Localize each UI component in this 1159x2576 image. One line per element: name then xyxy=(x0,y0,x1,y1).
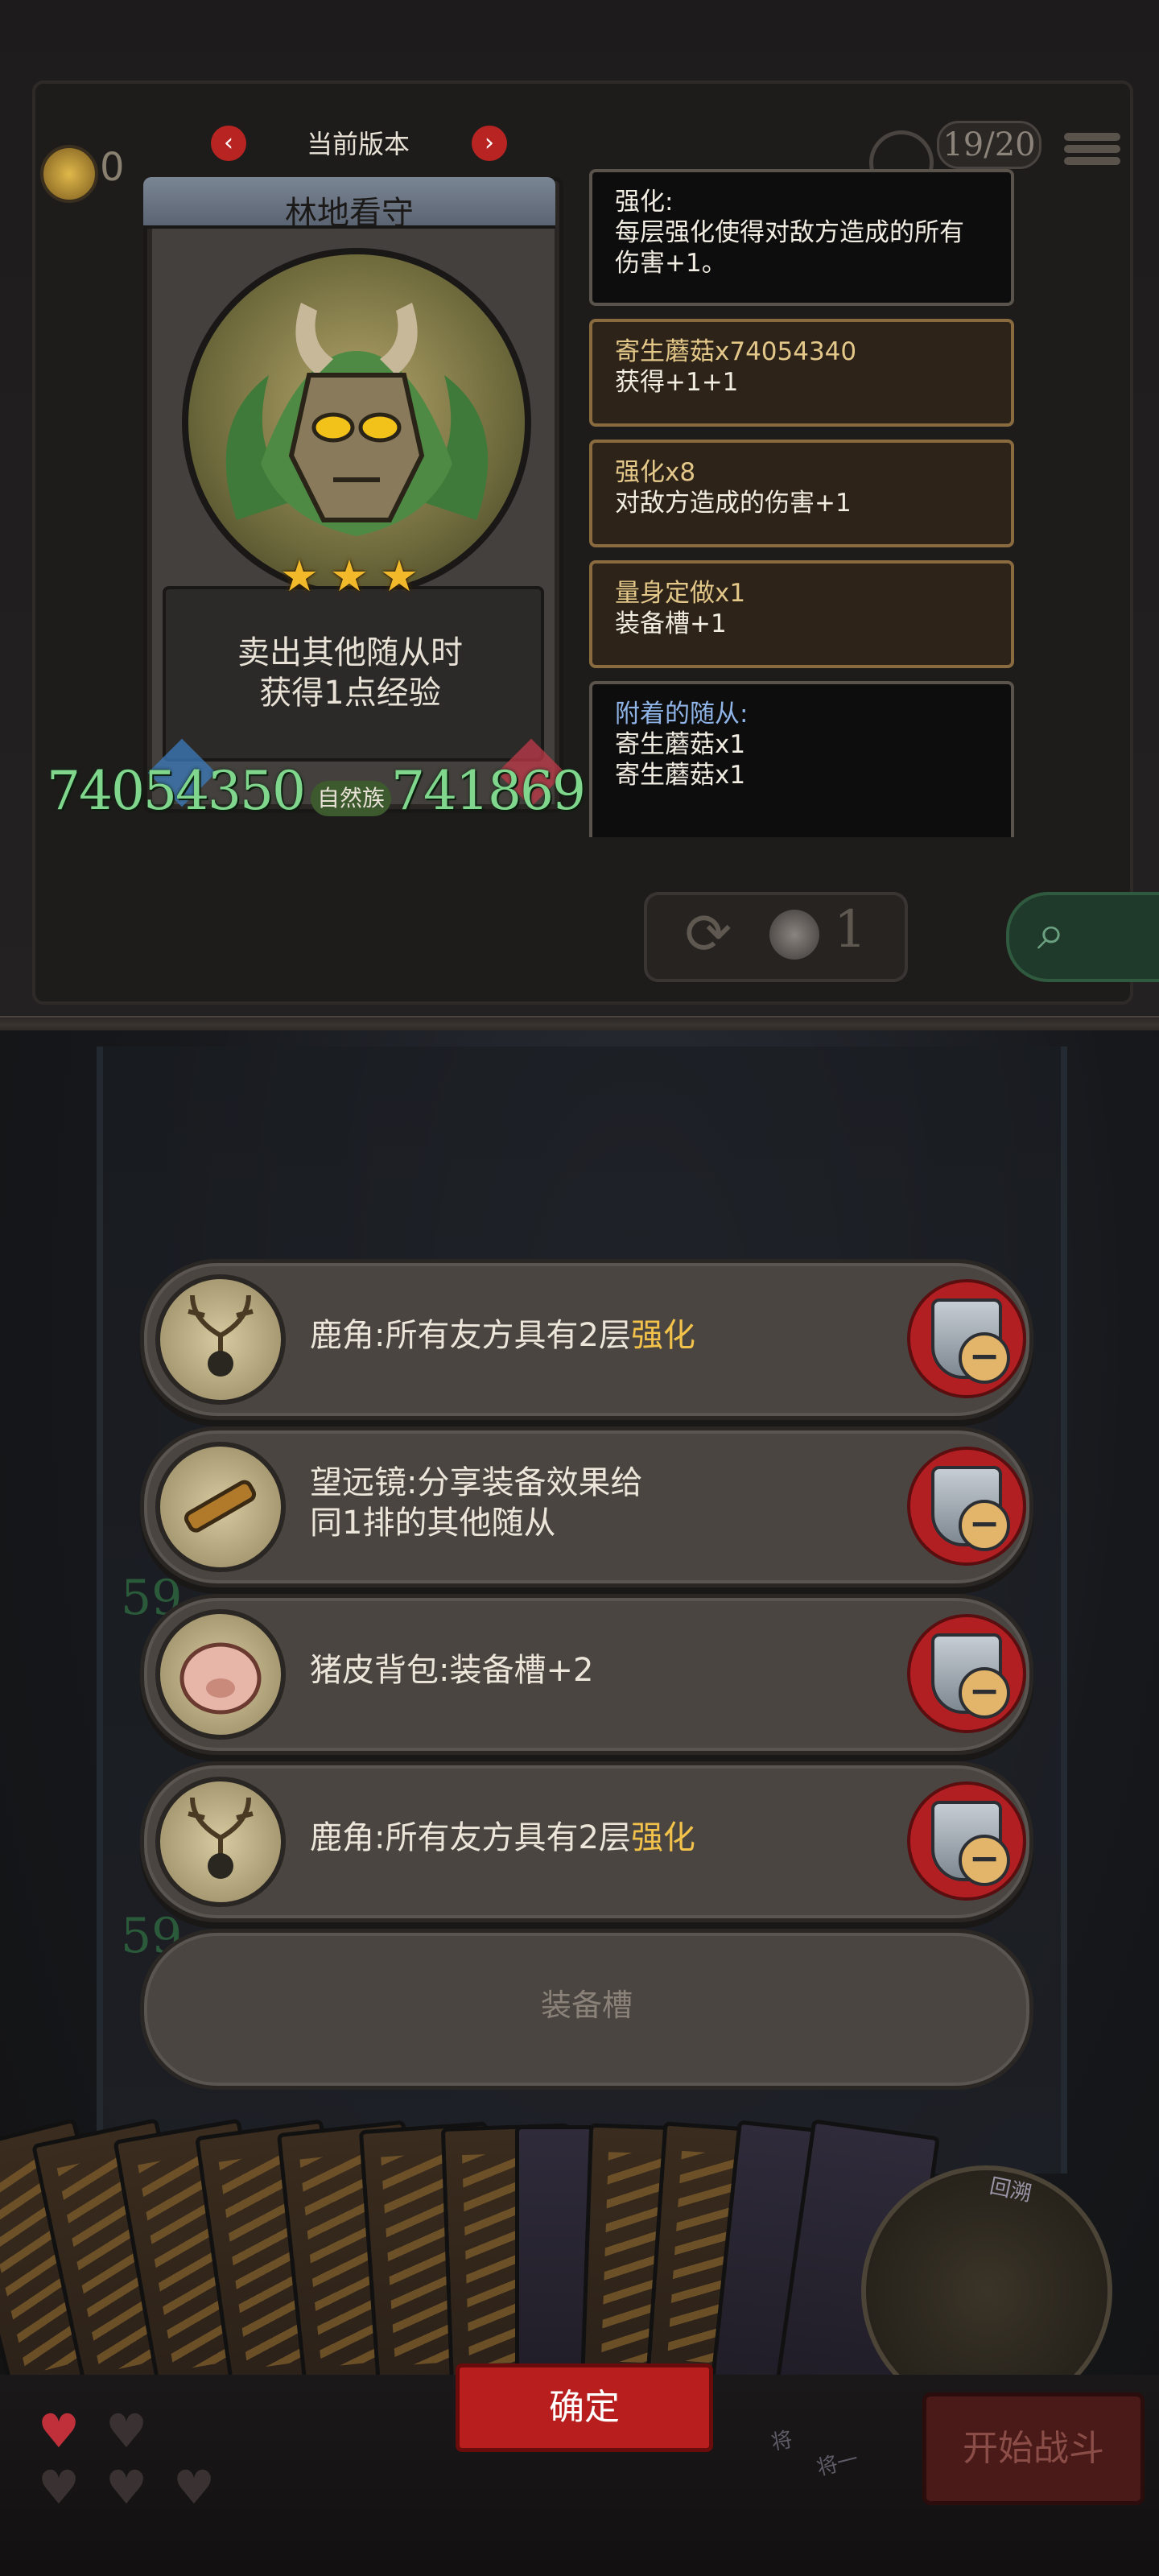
refresh-icon[interactable]: ⟳ xyxy=(676,902,740,966)
remove-equipment-button[interactable]: − xyxy=(907,1778,1026,1901)
star-icon: ★ xyxy=(329,551,369,601)
guardian-mask-icon xyxy=(225,303,489,536)
minus-icon: − xyxy=(959,1500,1010,1551)
antler-icon xyxy=(155,1777,286,1907)
equipment-text: 猪皮背包:装备槽+2 xyxy=(310,1598,593,1743)
chevron-left-icon[interactable]: ‹ xyxy=(211,126,246,161)
card-name: 林地看守 xyxy=(285,195,414,232)
tooltip-title: 强化: xyxy=(615,188,674,217)
remove-equipment-button[interactable]: − xyxy=(907,1443,1026,1566)
health-value: 741869 xyxy=(391,760,586,822)
tooltip-body: 每层强化使得对敌方造成的所有伤害+1。 xyxy=(615,218,964,278)
tooltip-tailor-made: 量身定做x1 装备槽+1 xyxy=(589,560,1014,668)
equipment-label-line2: 同1排的其他随从 xyxy=(310,1505,556,1542)
card-description-line1: 卖出其他随从时 xyxy=(237,634,463,671)
card-description-line2: 获得1点经验 xyxy=(259,675,441,712)
telescope-icon xyxy=(155,1442,286,1572)
life-hearts: ♥ ♥ ♥ ♥ ♥ xyxy=(32,2407,241,2568)
empty-equipment-slot[interactable]: 装备槽 xyxy=(140,1929,1033,2090)
heart-icon: ♥ xyxy=(105,2460,147,2515)
search-icon[interactable]: ⌕ xyxy=(1022,903,1080,961)
tooltip-empower: 强化: 每层强化使得对敌方造成的所有伤害+1。 xyxy=(589,169,1014,306)
equipment-row[interactable]: 鹿角:所有友方具有2层 强化 − xyxy=(140,1761,1033,1922)
tooltip-title: 附着的随从: xyxy=(615,700,749,729)
star-icon: ★ xyxy=(379,551,419,601)
pigskin-backpack-icon xyxy=(155,1609,286,1740)
equipment-row[interactable]: 鹿角:所有友方具有2层 强化 − xyxy=(140,1259,1033,1420)
heart-icon: ♥ xyxy=(38,2404,80,2458)
heart-icon: ♥ xyxy=(38,2460,80,2515)
equipment-label: 猪皮背包:装备槽+2 xyxy=(310,1652,594,1689)
remove-equipment-button[interactable]: − xyxy=(907,1276,1026,1398)
tooltip-title: 强化x8 xyxy=(615,458,696,487)
card-description: 卖出其他随从时 获得1点经验 xyxy=(163,633,538,713)
tooltip-title: 量身定做x1 xyxy=(615,579,746,608)
tribe-label: 自然族 xyxy=(311,781,391,816)
start-battle-button[interactable]: 开始战斗 xyxy=(922,2392,1145,2505)
star-icon: ★ xyxy=(279,551,320,601)
equipment-text: 望远镜:分享装备效果给 同1排的其他随从 xyxy=(310,1430,642,1575)
equipment-row[interactable]: 望远镜:分享装备效果给 同1排的其他随从 − xyxy=(140,1426,1033,1587)
antler-icon xyxy=(155,1274,286,1405)
confirm-button[interactable]: 确定 xyxy=(456,2363,713,2452)
attack-value: 74054350 xyxy=(47,760,306,822)
equipment-row[interactable]: 猪皮背包:装备槽+2 − xyxy=(140,1594,1033,1755)
star-rating: ★ ★ ★ xyxy=(277,554,422,599)
refresh-cost: 1 xyxy=(834,900,867,960)
tooltip-attached-minions: 附着的随从: 寄生蘑菇x1 寄生蘑菇x1 xyxy=(589,681,1014,837)
crown-count: 0 xyxy=(100,145,125,190)
remove-equipment-button[interactable]: − xyxy=(907,1611,1026,1733)
heart-icon: ♥ xyxy=(173,2460,215,2515)
empty-slot-label: 装备槽 xyxy=(540,1988,633,2023)
tooltip-empower-stack: 强化x8 对敌方造成的伤害+1 xyxy=(589,440,1014,547)
tooltip-title: 寄生蘑菇x74054340 xyxy=(615,337,857,366)
chevron-right-icon[interactable]: › xyxy=(472,126,507,161)
tooltip-parasitic-mushroom: 寄生蘑菇x74054340 获得+1+1 xyxy=(589,319,1014,427)
heart-icon: ♥ xyxy=(105,2404,147,2458)
equipment-text: 鹿角:所有友方具有2层 强化 xyxy=(310,1765,695,1910)
tooltip-body: 对敌方造成的伤害+1 xyxy=(615,489,852,518)
minus-icon: − xyxy=(959,1835,1010,1886)
crown-icon xyxy=(40,145,98,203)
tooltip-line: 寄生蘑菇x1 xyxy=(615,761,746,790)
equipment-text: 鹿角:所有友方具有2层 强化 xyxy=(310,1263,695,1408)
keyword-empower[interactable]: 强化 xyxy=(631,1315,695,1356)
tooltip-line: 寄生蘑菇x1 xyxy=(615,730,746,759)
version-label: 当前版本 xyxy=(306,129,410,159)
woodland-guardian-portrait xyxy=(182,248,531,597)
tooltip-body: 装备槽+1 xyxy=(615,609,727,638)
section-divider xyxy=(0,1016,1159,1032)
keyword-empower[interactable]: 强化 xyxy=(631,1818,695,1858)
coin-icon xyxy=(769,910,819,960)
minus-icon: − xyxy=(959,1667,1010,1719)
board-counter: 19/20 xyxy=(937,121,1041,169)
equipment-label-line1: 望远镜:分享装备效果给 xyxy=(310,1464,643,1501)
equipment-label: 鹿角:所有友方具有2层 xyxy=(310,1317,631,1354)
minus-icon: − xyxy=(959,1332,1010,1384)
equipment-label: 鹿角:所有友方具有2层 xyxy=(310,1819,631,1856)
tooltip-body: 获得+1+1 xyxy=(615,368,739,397)
menu-icon[interactable] xyxy=(1064,129,1120,177)
